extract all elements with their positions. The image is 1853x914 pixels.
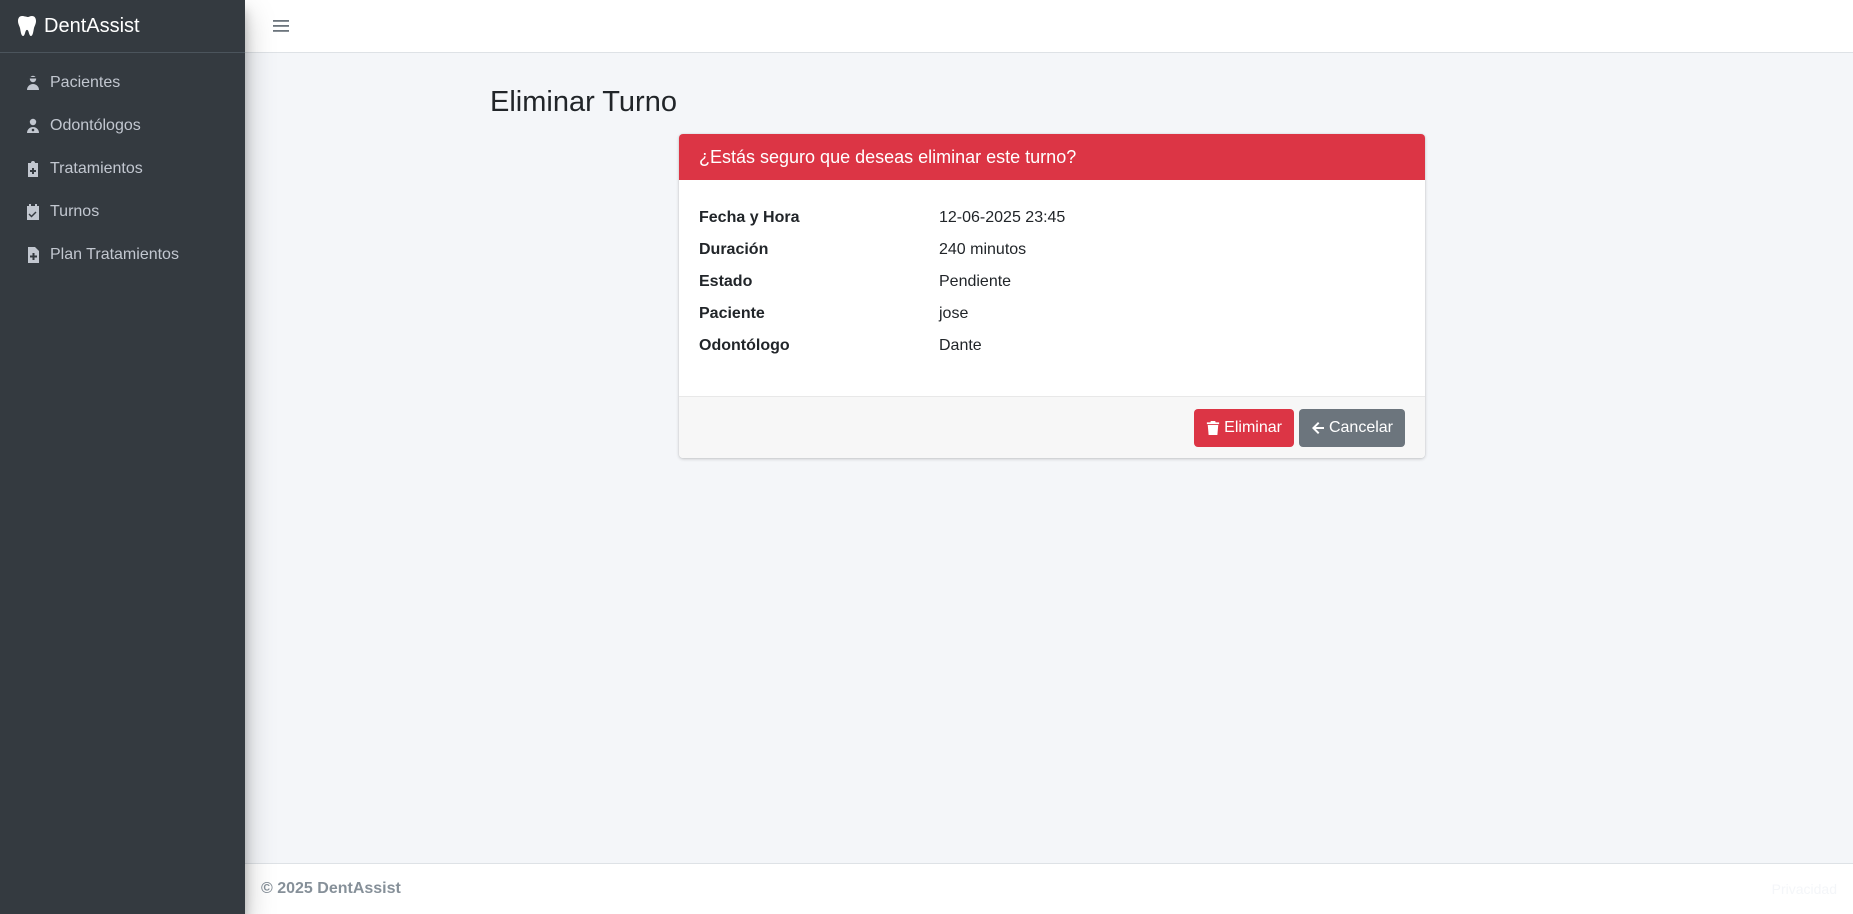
detail-value: 240 minutos [939,241,1027,258]
card-body: Fecha y Hora 12-06-2025 23:45 Duración 2… [679,180,1425,396]
page-footer: © 2025 DentAssist Privacidad [245,863,1853,914]
sidebar-item-label: Tratamientos [50,159,143,177]
detail-value: Pendiente [939,273,1012,290]
detail-row: Fecha y Hora 12-06-2025 23:45 [699,202,1405,234]
trash-icon [1207,420,1220,435]
detail-label: Duración [699,241,769,258]
brand[interactable]: DentAssist [0,0,245,53]
sidebar-nav: Pacientes Odontólogos Tratamientos Turno… [0,53,245,276]
sidebar-item-label: Turnos [50,202,100,220]
cancel-button-label: Cancelar [1328,418,1393,436]
sidebar-item-turnos[interactable]: Turnos [0,190,245,233]
user-doctor-icon [24,117,42,135]
detail-value: 12-06-2025 23:45 [939,209,1066,226]
sidebar-item-label: Plan Tratamientos [50,245,179,263]
sidebar: DentAssist Pacientes Odontólogos Tratami… [0,0,245,914]
sidebar-item-tratamientos[interactable]: Tratamientos [0,147,245,190]
arrow-left-icon [1311,421,1324,434]
detail-label: Paciente [699,305,765,322]
card-header: ¿Estás seguro que deseas eliminar este t… [679,134,1425,180]
delete-button[interactable]: Eliminar [1194,408,1294,447]
top-navbar [245,0,1853,53]
cancel-button[interactable]: Cancelar [1298,408,1405,447]
detail-row: Estado Pendiente [699,266,1405,298]
delete-button-label: Eliminar [1224,418,1282,436]
footer-copyright: © 2025 DentAssist [261,880,401,897]
brand-name: DentAssist [44,14,140,37]
detail-label: Estado [699,273,753,290]
footer-privacy-link[interactable]: Privacidad [1772,881,1837,897]
tooth-icon [18,16,36,36]
clipboard-medical-icon [24,160,42,178]
file-medical-icon [24,246,42,264]
detail-value: Dante [939,337,982,354]
hamburger-icon [273,20,289,32]
sidebar-item-odontologos[interactable]: Odontólogos [0,104,245,147]
detail-label: Odontólogo [699,337,790,354]
delete-confirm-card: ¿Estás seguro que deseas eliminar este t… [679,134,1425,458]
user-injured-icon [24,74,42,92]
calendar-check-icon [24,203,42,221]
card-footer: Eliminar Cancelar [679,396,1425,458]
page-title: Eliminar Turno [490,86,677,118]
sidebar-item-label: Odontólogos [50,116,141,134]
detail-row: Duración 240 minutos [699,234,1405,266]
detail-row: Odontólogo Dante [699,330,1405,362]
detail-label: Fecha y Hora [699,209,800,226]
sidebar-item-label: Pacientes [50,73,121,91]
hamburger-menu-button[interactable] [267,13,295,39]
detail-value: jose [939,305,969,322]
detail-row: Paciente jose [699,298,1405,330]
main-content: Eliminar Turno ¿Estás seguro que deseas … [245,53,1853,863]
sidebar-item-plan-tratamientos[interactable]: Plan Tratamientos [0,233,245,276]
sidebar-item-pacientes[interactable]: Pacientes [0,61,245,104]
